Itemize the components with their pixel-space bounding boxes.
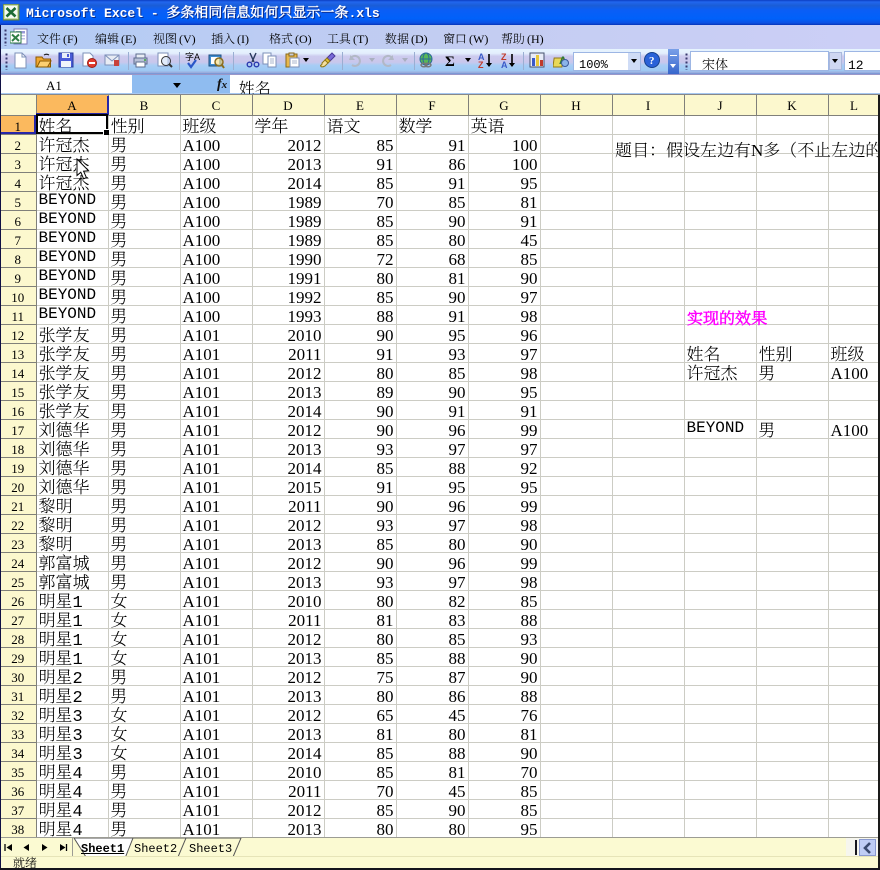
svg-text:?: ?	[649, 55, 655, 67]
svg-text:A: A	[501, 60, 508, 69]
svg-text:Σ: Σ	[445, 54, 455, 69]
svg-text:Z: Z	[478, 60, 484, 69]
svg-text:字A: 字A	[185, 52, 200, 63]
